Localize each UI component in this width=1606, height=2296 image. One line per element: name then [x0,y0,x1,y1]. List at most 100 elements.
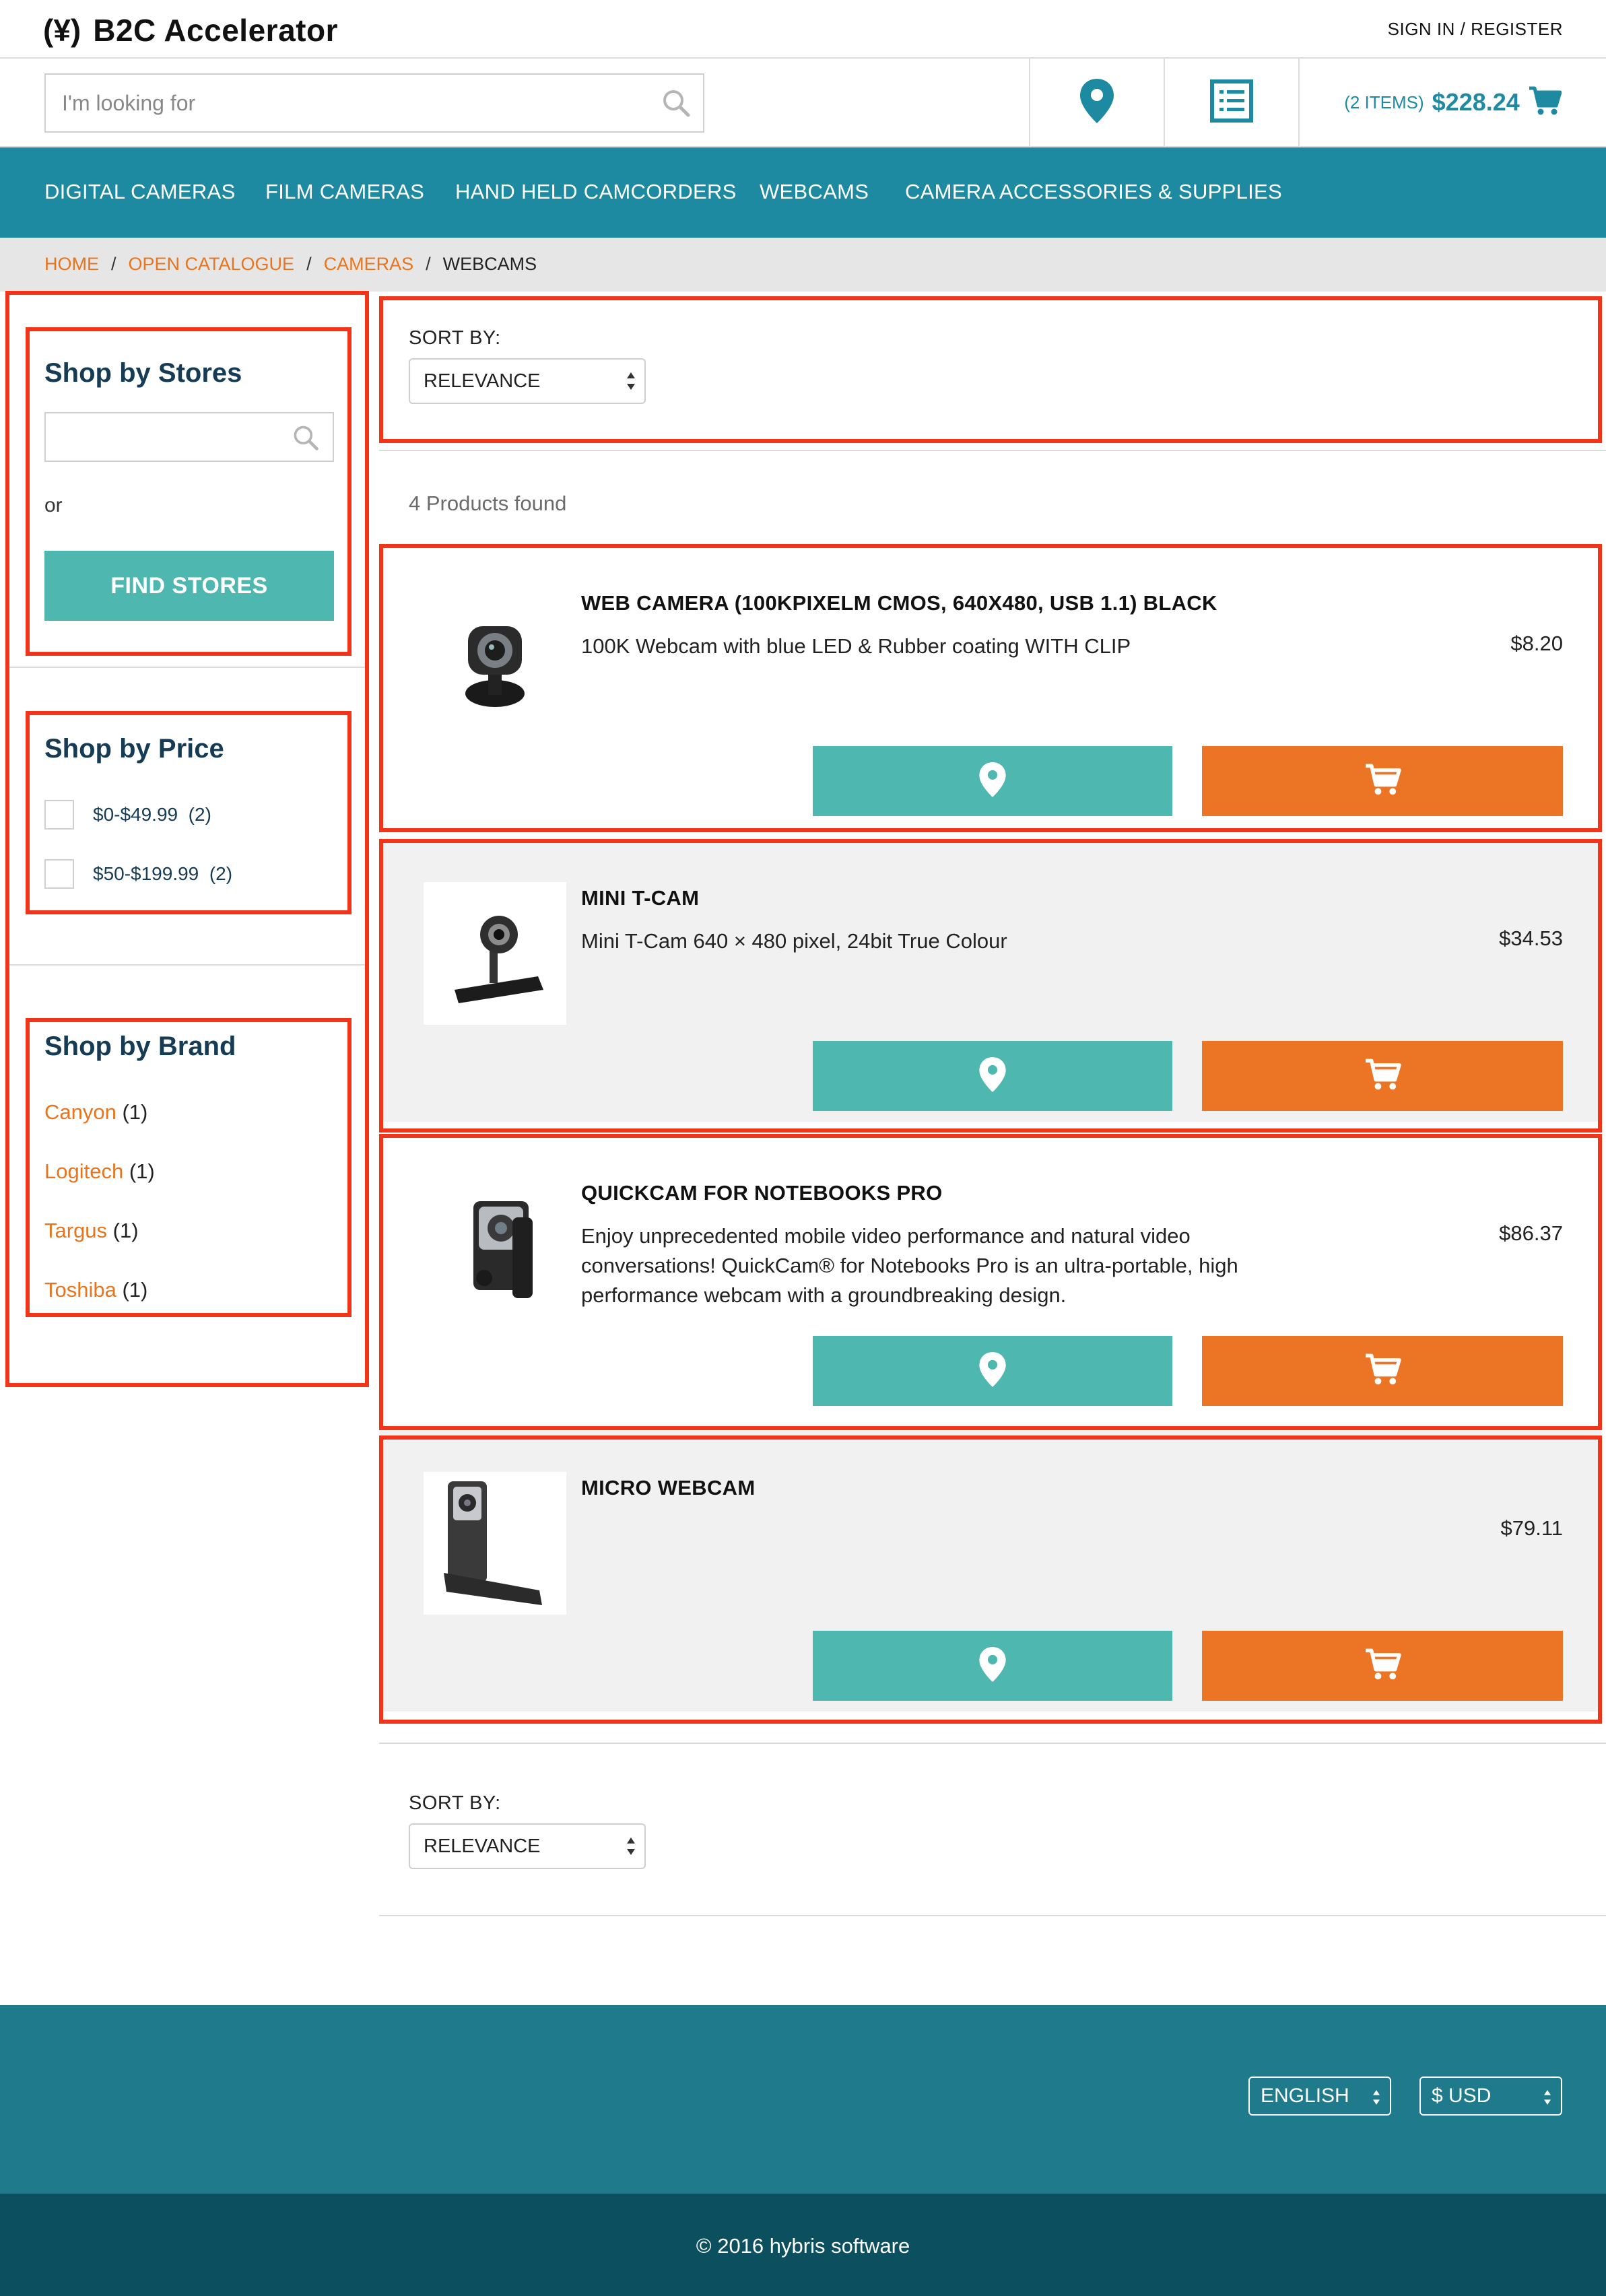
search-input[interactable] [46,75,652,131]
add-to-cart-button[interactable] [1202,746,1563,816]
products-found-count: 4 Products found [409,492,567,515]
brand-facet-option[interactable]: Toshiba (1) [44,1278,147,1302]
product-card: WEB CAMERA (100KPIXELM CMOS, 640X480, US… [379,544,1602,827]
map-pin-icon [978,1351,1007,1392]
sort-by-label: SORT BY: [409,327,501,349]
breadcrumb-open-catalogue[interactable]: OPEN CATALOGUE [129,254,295,275]
sign-in-register-link[interactable]: SIGN IN / REGISTER [1388,19,1563,40]
divider [5,964,369,966]
category-nav: DIGITAL CAMERAS FILM CAMERAS HAND HELD C… [0,147,1606,238]
cart-icon [1364,1648,1401,1685]
search-icon[interactable] [660,87,692,119]
select-arrows-icon [626,369,636,399]
language-value: ENGLISH [1261,2085,1349,2107]
breadcrumb-home[interactable]: HOME [44,254,99,275]
product-price: $34.53 [1499,926,1563,950]
pickup-in-store-button[interactable] [813,746,1172,816]
product-image[interactable] [424,882,566,1025]
brand-facet-option[interactable]: Targus (1) [44,1219,139,1243]
checkbox[interactable] [44,859,74,889]
map-pin-icon [1078,77,1116,128]
price-range-label: $50-$199.99 [93,863,199,884]
product-image[interactable] [424,1177,566,1320]
add-to-cart-button[interactable] [1202,1041,1563,1111]
brand-count: (1) [112,1219,139,1242]
divider [379,450,1606,451]
product-card: QUICKCAM FOR NOTEBOOKS PRO Enjoy unprece… [379,1134,1602,1417]
copyright-text: © 2016 hybris software [696,2234,910,2258]
currency-value: $ USD [1432,2085,1492,2107]
search-row: (2 ITEMS) $228.24 [0,59,1606,147]
logo-text: B2C Accelerator [93,13,338,48]
breadcrumb-cameras[interactable]: CAMERAS [324,254,414,275]
product-name[interactable]: MICRO WEBCAM [581,1476,755,1500]
store-search-field [44,412,334,462]
brand-facet-option[interactable]: Canyon (1) [44,1100,147,1124]
product-description: 100K Webcam with blue LED & Rubber coati… [581,634,1131,658]
brand-name[interactable]: Canyon [44,1100,116,1124]
search-icon[interactable] [291,423,321,456]
product-image[interactable] [424,1472,566,1615]
brand-name[interactable]: Targus [44,1219,107,1242]
mini-cart[interactable]: (2 ITEMS) $228.24 [1298,59,1606,146]
checkbox[interactable] [44,800,74,830]
or-label: or [44,494,63,516]
select-arrows-icon [626,1834,636,1864]
site-logo[interactable]: (¥) B2C Accelerator [43,12,338,48]
brand-name[interactable]: Toshiba [44,1278,116,1302]
cart-icon [1364,1058,1401,1095]
store-locator-button[interactable] [1029,59,1164,146]
product-image[interactable] [424,587,566,730]
brand-count: (1) [122,1100,148,1124]
add-to-cart-button[interactable] [1202,1336,1563,1406]
logo-mark: (¥) [43,13,81,48]
price-facet-option[interactable]: $50-$199.99 (2) [44,859,232,889]
copyright-bar: © 2016 hybris software [0,2194,1606,2296]
brand-facet-option[interactable]: Logitech (1) [44,1159,155,1184]
nav-item-webcams[interactable]: WEBCAMS [760,180,869,204]
brand-count: (1) [122,1278,148,1302]
pickup-in-store-button[interactable] [813,1336,1172,1406]
price-facet-option[interactable]: $0-$49.99 (2) [44,800,211,830]
divider [379,1915,1606,1916]
divider [5,667,369,668]
breadcrumb-current: WEBCAMS [442,254,537,274]
shop-by-stores-title: Shop by Stores [44,358,242,388]
breadcrumb-separator: / [426,254,431,274]
brand-name[interactable]: Logitech [44,1159,123,1183]
product-name[interactable]: QUICKCAM FOR NOTEBOOKS PRO [581,1181,943,1205]
product-price: $8.20 [1510,632,1563,655]
add-to-cart-button[interactable] [1202,1631,1563,1701]
nav-item-film-cameras[interactable]: FILM CAMERAS [265,180,424,204]
currency-select[interactable]: $ USD [1419,2076,1562,2116]
pickup-in-store-button[interactable] [813,1041,1172,1111]
price-range-count: (2) [209,863,233,884]
cart-total: $228.24 [1432,88,1520,116]
product-description: Enjoy unprecedented mobile video perform… [581,1224,1238,1307]
cart-icon [1364,763,1401,800]
cart-item-count: (2 ITEMS) [1344,92,1424,112]
nav-item-hand-held-camcorders[interactable]: HAND HELD CAMCORDERS [455,180,737,204]
store-search-input[interactable] [46,413,288,461]
sort-select[interactable]: RELEVANCE [409,358,646,404]
cart-icon [1364,1353,1401,1390]
divider [379,1743,1606,1744]
list-icon [1210,79,1253,126]
pickup-in-store-button[interactable] [813,1631,1172,1701]
breadcrumb-separator: / [111,254,116,274]
sort-select[interactable]: RELEVANCE [409,1823,646,1869]
shop-by-price-title: Shop by Price [44,734,224,764]
nav-item-camera-accessories[interactable]: CAMERA ACCESSORIES & SUPPLIES [905,180,1282,204]
price-range-count: (2) [188,804,211,825]
find-stores-button[interactable]: FIND STORES [44,551,334,621]
language-select[interactable]: ENGLISH [1248,2076,1391,2116]
product-name[interactable]: WEB CAMERA (100KPIXELM CMOS, 640X480, US… [581,591,1217,615]
quick-order-button[interactable] [1164,59,1298,146]
select-arrows-icon [1542,2087,1553,2113]
product-name[interactable]: MINI T-CAM [581,886,699,910]
shop-by-brand-title: Shop by Brand [44,1032,236,1061]
product-price: $79.11 [1500,1516,1563,1540]
select-arrows-icon [1371,2087,1382,2113]
nav-item-digital-cameras[interactable]: DIGITAL CAMERAS [44,180,236,204]
breadcrumb: HOME / OPEN CATALOGUE / CAMERAS / WEBCAM… [44,254,537,275]
